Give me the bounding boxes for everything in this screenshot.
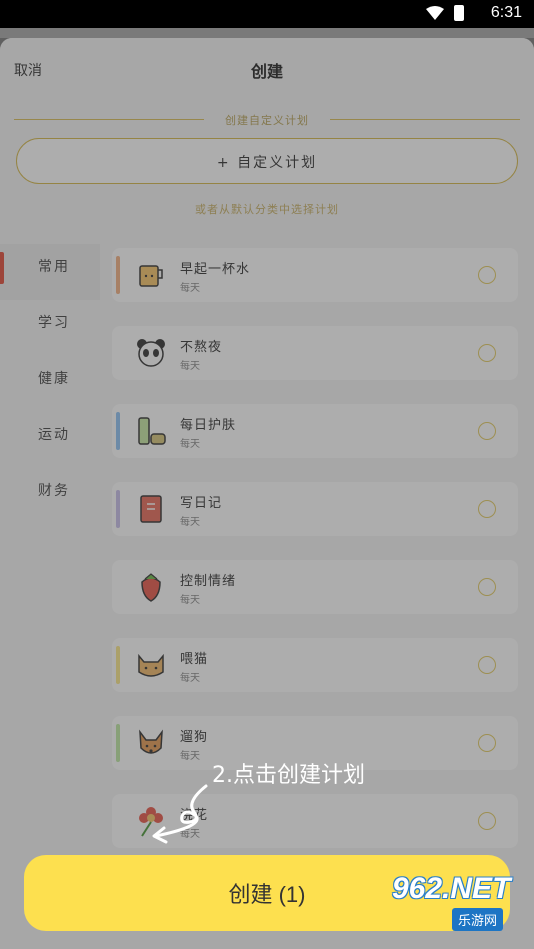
- plan-strip: [116, 724, 120, 762]
- cat-icon: [138, 653, 164, 677]
- sidebar-item-label: 运动: [38, 427, 70, 443]
- plan-strip: [116, 256, 120, 294]
- plan-card[interactable]: 早起一杯水 每天: [112, 248, 518, 302]
- curved-arrow-icon: [152, 784, 208, 844]
- wifi-icon: [426, 6, 444, 20]
- plan-card[interactable]: 控制情绪 每天: [112, 560, 518, 614]
- status-time: 6:31: [490, 4, 522, 21]
- select-radio[interactable]: [478, 344, 496, 362]
- strawberry-icon: [141, 573, 161, 602]
- skincare-icon: [138, 417, 166, 445]
- diary-icon: [140, 495, 162, 523]
- plan-strip: [116, 646, 120, 684]
- category-sidebar: 常用 学习 健康 运动 财务: [0, 244, 100, 524]
- plan-name: 遛狗: [180, 730, 209, 745]
- custom-plan-button[interactable]: + 自定义计划: [16, 138, 518, 184]
- plan-strip: [116, 412, 120, 450]
- select-radio[interactable]: [478, 734, 496, 752]
- select-radio[interactable]: [478, 500, 496, 518]
- page-title: 创建: [250, 62, 283, 81]
- sidebar-item-health[interactable]: 健康: [0, 356, 100, 412]
- select-radio[interactable]: [478, 578, 496, 596]
- plan-frequency: 每天: [180, 595, 200, 606]
- sidebar-item-label: 常用: [38, 259, 70, 275]
- sidebar-item-sport[interactable]: 运动: [0, 412, 100, 468]
- sidebar-item-finance[interactable]: 财务: [0, 468, 100, 524]
- sidebar-item-label: 学习: [38, 315, 70, 331]
- sidebar-item-common[interactable]: 常用: [0, 244, 100, 300]
- sidebar-item-label: 财务: [38, 483, 70, 499]
- sidebar-item-study[interactable]: 学习: [0, 300, 100, 356]
- select-radio[interactable]: [478, 656, 496, 674]
- plan-card[interactable]: 每日护肤 每天: [112, 404, 518, 458]
- plan-frequency: 每天: [180, 517, 200, 528]
- custom-plan-label: + 自定义计划: [216, 155, 318, 171]
- watermark-sub: 乐游网: [452, 908, 504, 931]
- category-hint: 或者从默认分类中选择计划: [195, 203, 339, 216]
- divider-label: 创建自定义计划: [225, 114, 309, 127]
- plan-frequency: 每天: [180, 439, 200, 450]
- plan-name: 写日记: [180, 496, 223, 511]
- plan-name: 每日护肤: [180, 418, 237, 433]
- status-bar: 6:31: [0, 0, 534, 28]
- cup-icon: [139, 265, 163, 287]
- plan-strip: [116, 334, 120, 372]
- status-icons: [426, 5, 464, 22]
- plan-frequency: 每天: [180, 673, 200, 684]
- sidebar-item-label: 健康: [38, 371, 70, 387]
- create-sheet: 取消 创建 创建自定义计划 + 自定义计划 或者从默认分类中选择计划 常用 学习…: [0, 38, 534, 949]
- divider-line-right: [330, 119, 520, 120]
- dog-icon: [139, 729, 163, 754]
- plan-name: 喂猫: [180, 652, 209, 667]
- plan-strip: [116, 490, 120, 528]
- plan-card[interactable]: 喂猫 每天: [112, 638, 518, 692]
- watermark: 962.NET 乐游网: [392, 872, 530, 942]
- select-radio[interactable]: [478, 812, 496, 830]
- plan-frequency: 每天: [180, 283, 200, 294]
- select-radio[interactable]: [478, 266, 496, 284]
- plan-frequency: 每天: [180, 361, 200, 372]
- plan-card[interactable]: 写日记 每天: [112, 482, 518, 536]
- select-radio[interactable]: [478, 422, 496, 440]
- plan-frequency: 每天: [180, 751, 200, 762]
- plan-name: 不熬夜: [180, 340, 223, 355]
- plan-strip: [116, 802, 120, 840]
- plan-name: 控制情绪: [180, 574, 237, 589]
- custom-divider: 创建自定义计划: [14, 112, 520, 128]
- top-bar: 取消 创建: [0, 38, 534, 100]
- plan-strip: [116, 568, 120, 606]
- plan-name: 早起一杯水: [180, 262, 251, 277]
- watermark-logo: 962.NET: [392, 872, 511, 905]
- active-indicator: [0, 252, 4, 284]
- battery-icon: [454, 5, 464, 21]
- plan-card[interactable]: 不熬夜 每天: [112, 326, 518, 380]
- panda-icon: [137, 339, 165, 367]
